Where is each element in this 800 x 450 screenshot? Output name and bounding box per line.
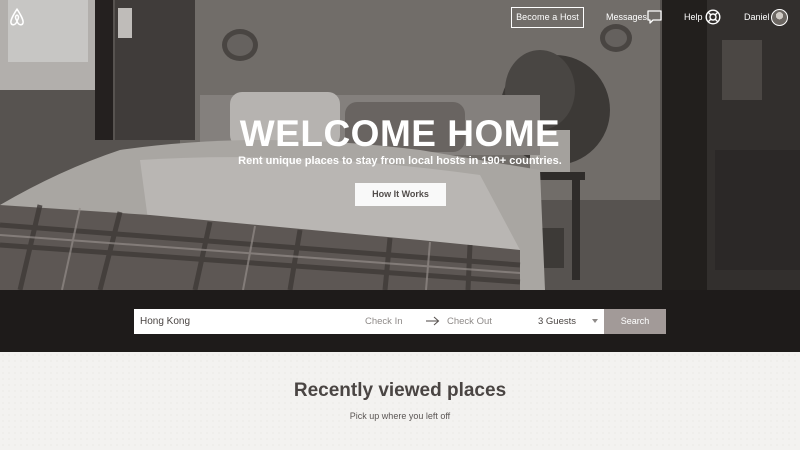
check-out-field[interactable]: Check Out — [447, 316, 492, 327]
search-button[interactable]: Search — [604, 309, 666, 334]
check-in-field[interactable]: Check In — [365, 316, 403, 327]
airbnb-logo-icon[interactable] — [8, 7, 26, 27]
become-host-button[interactable]: Become a Host — [511, 7, 584, 28]
help-link[interactable]: Help — [684, 12, 703, 23]
search-bar: Check In Check Out 3 Guests — [134, 309, 604, 334]
arrow-right-icon — [426, 316, 440, 326]
guests-select[interactable]: 3 Guests — [538, 316, 576, 327]
how-it-works-button[interactable]: How It Works — [355, 183, 446, 206]
message-bubble-icon[interactable] — [647, 10, 662, 24]
caret-down-icon[interactable] — [592, 319, 598, 323]
location-input[interactable] — [140, 309, 350, 334]
avatar[interactable] — [771, 9, 788, 26]
user-name[interactable]: Daniel — [744, 12, 770, 23]
recent-subtitle: Pick up where you left off — [349, 411, 451, 421]
hero-subtitle: Rent unique places to stay from local ho… — [238, 155, 562, 167]
lifebuoy-icon[interactable] — [705, 9, 721, 25]
messages-link[interactable]: Messages — [606, 12, 647, 23]
recent-title: Recently viewed places — [293, 380, 507, 401]
hero-title: WELCOME HOME — [239, 113, 561, 154]
